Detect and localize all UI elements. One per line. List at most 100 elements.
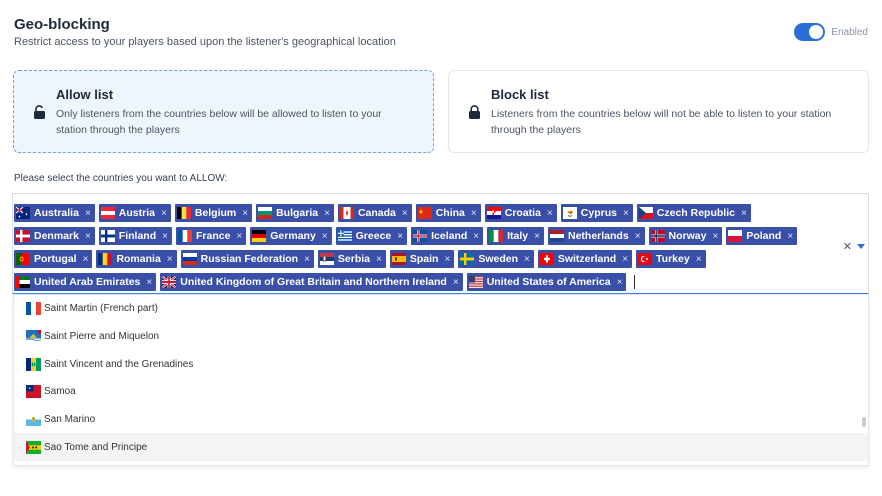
se-flag-icon xyxy=(460,253,475,265)
country-tag-label: Cyprus xyxy=(580,207,617,219)
option-label: San Marino xyxy=(44,414,96,426)
geoblocking-toggle[interactable] xyxy=(794,23,826,41)
remove-tag-icon[interactable]: × xyxy=(85,231,91,242)
country-tag[interactable]: Switzerland × xyxy=(537,250,633,268)
remove-tag-icon[interactable]: × xyxy=(304,254,310,265)
country-tag[interactable]: Turkey × xyxy=(636,250,706,268)
remove-tag-icon[interactable]: × xyxy=(167,254,173,265)
remove-tag-icon[interactable]: × xyxy=(453,277,459,288)
remove-tag-icon[interactable]: × xyxy=(162,231,168,242)
country-tag[interactable]: United Arab Emirates × xyxy=(14,273,157,291)
country-tag[interactable]: Austria × xyxy=(98,204,171,222)
dropdown-arrow-icon[interactable] xyxy=(857,244,865,249)
remove-tag-icon[interactable]: × xyxy=(534,231,540,242)
country-tag[interactable]: Belgium × xyxy=(174,204,253,222)
country-tag[interactable]: China × xyxy=(415,204,481,222)
country-tag[interactable]: Canada × xyxy=(337,204,412,222)
remove-tag-icon[interactable]: × xyxy=(524,254,530,265)
option-label: Saint Martin (French part) xyxy=(44,303,158,315)
country-tag[interactable]: Italy × xyxy=(487,227,544,245)
pm-flag-icon xyxy=(25,330,42,344)
country-tag[interactable]: France × xyxy=(175,227,247,245)
remove-tag-icon[interactable]: × xyxy=(236,231,242,242)
country-tag[interactable]: Czech Republic × xyxy=(636,204,751,222)
country-tag[interactable]: Netherlands × xyxy=(548,227,645,245)
block-list-card[interactable]: Block list Listeners from the countries … xyxy=(448,70,869,153)
search-input-cursor[interactable] xyxy=(634,275,636,289)
remove-tag-icon[interactable]: × xyxy=(83,254,89,265)
country-tag[interactable]: Sweden × xyxy=(458,250,534,268)
option-label: Samoa xyxy=(44,386,76,398)
remove-tag-icon[interactable]: × xyxy=(444,254,450,265)
de-flag-icon xyxy=(252,230,267,243)
allow-list-description: Only listeners from the countries below … xyxy=(56,108,382,136)
remove-tag-icon[interactable]: × xyxy=(547,208,553,219)
au-flag-icon xyxy=(15,206,30,219)
remove-tag-icon[interactable]: × xyxy=(712,231,718,242)
country-tag[interactable]: Norway × xyxy=(648,227,723,245)
vc-flag-icon xyxy=(26,357,42,371)
country-tag-label: Romania xyxy=(116,253,161,265)
country-tag[interactable]: Serbia × xyxy=(317,250,386,268)
country-tag-label: Portugal xyxy=(34,253,77,265)
country-tag-label: Germany xyxy=(270,230,316,242)
remove-tag-icon[interactable]: × xyxy=(242,208,248,219)
remove-tag-icon[interactable]: × xyxy=(473,231,479,242)
country-tag[interactable]: Romania × xyxy=(96,250,177,268)
country-tag-label: Norway xyxy=(668,230,707,242)
remove-tag-icon[interactable]: × xyxy=(623,208,629,219)
selected-country-tags: Australia × Austria × Belgium × Bulgaria × Canad… xyxy=(14,204,818,291)
es-flag-icon xyxy=(391,253,406,265)
remove-tag-icon[interactable]: × xyxy=(324,208,330,219)
remove-tag-icon[interactable]: × xyxy=(787,231,793,242)
page-subtitle: Restrict access to your players based up… xyxy=(14,36,396,48)
country-tag[interactable]: Iceland × xyxy=(411,227,484,245)
country-tag[interactable]: Portugal × xyxy=(14,250,93,268)
remove-tag-icon[interactable]: × xyxy=(471,208,477,219)
country-tag[interactable]: Germany × xyxy=(250,227,332,245)
remove-tag-icon[interactable]: × xyxy=(161,208,167,219)
remove-tag-icon[interactable]: × xyxy=(397,231,403,242)
country-tag[interactable]: Spain × xyxy=(389,250,455,268)
dropdown-option[interactable]: Samoa xyxy=(14,378,868,406)
country-tag-label: Greece xyxy=(355,230,392,242)
country-tag[interactable]: Bulgaria × xyxy=(256,204,334,222)
remove-tag-icon[interactable]: × xyxy=(376,254,382,265)
country-tag[interactable]: Australia × xyxy=(14,204,95,222)
remove-tag-icon[interactable]: × xyxy=(622,254,628,265)
remove-tag-icon[interactable]: × xyxy=(85,208,91,219)
dropdown-option[interactable]: Saint Pierre and Miquelon xyxy=(14,323,868,351)
dropdown-option[interactable]: Sao Tome and Principe xyxy=(14,433,868,462)
dropdown-option[interactable]: Saint Vincent and the Grenadines xyxy=(14,350,868,378)
cy-flag-icon xyxy=(562,207,577,219)
page-title: Geo-blocking xyxy=(14,16,110,33)
country-tag[interactable]: Russian Federation × xyxy=(180,250,314,268)
remove-tag-icon[interactable]: × xyxy=(635,231,641,242)
dropdown-option[interactable]: San Marino xyxy=(14,406,868,434)
dropdown-option[interactable]: Saint Martin (French part) xyxy=(14,295,868,323)
remove-tag-icon[interactable]: × xyxy=(322,231,328,242)
country-tag[interactable]: Finland × xyxy=(98,227,172,245)
remove-tag-icon[interactable]: × xyxy=(617,277,623,288)
country-tag-label: China xyxy=(435,207,465,219)
option-label: Saint Vincent and the Grenadines xyxy=(44,358,194,370)
dropdown-scrollbar[interactable] xyxy=(862,417,866,427)
ca-flag-icon xyxy=(339,207,354,219)
clear-all-icon[interactable]: ✕ xyxy=(843,240,852,253)
country-tag[interactable]: Greece × xyxy=(335,227,408,245)
remove-tag-icon[interactable]: × xyxy=(402,208,408,219)
country-tag[interactable]: Poland × xyxy=(726,227,798,245)
allow-list-card[interactable]: Allow list Only listeners from the count… xyxy=(13,70,434,153)
country-tag[interactable]: United Kingdom of Great Britain and Nort… xyxy=(160,273,463,291)
country-tag-label: Canada xyxy=(357,207,396,219)
country-tag[interactable]: Cyprus × xyxy=(560,204,633,222)
gb-flag-icon xyxy=(161,275,177,289)
country-tag[interactable]: United States of America × xyxy=(466,273,627,291)
country-tag-label: Iceland xyxy=(431,230,468,242)
country-tag[interactable]: Denmark × xyxy=(14,227,95,245)
remove-tag-icon[interactable]: × xyxy=(146,277,152,288)
remove-tag-icon[interactable]: × xyxy=(696,254,702,265)
remove-tag-icon[interactable]: × xyxy=(741,208,747,219)
country-tag[interactable]: Croatia × xyxy=(484,204,557,222)
country-multiselect[interactable]: Australia × Austria × Belgium × Bulgaria × Canad… xyxy=(12,193,869,294)
